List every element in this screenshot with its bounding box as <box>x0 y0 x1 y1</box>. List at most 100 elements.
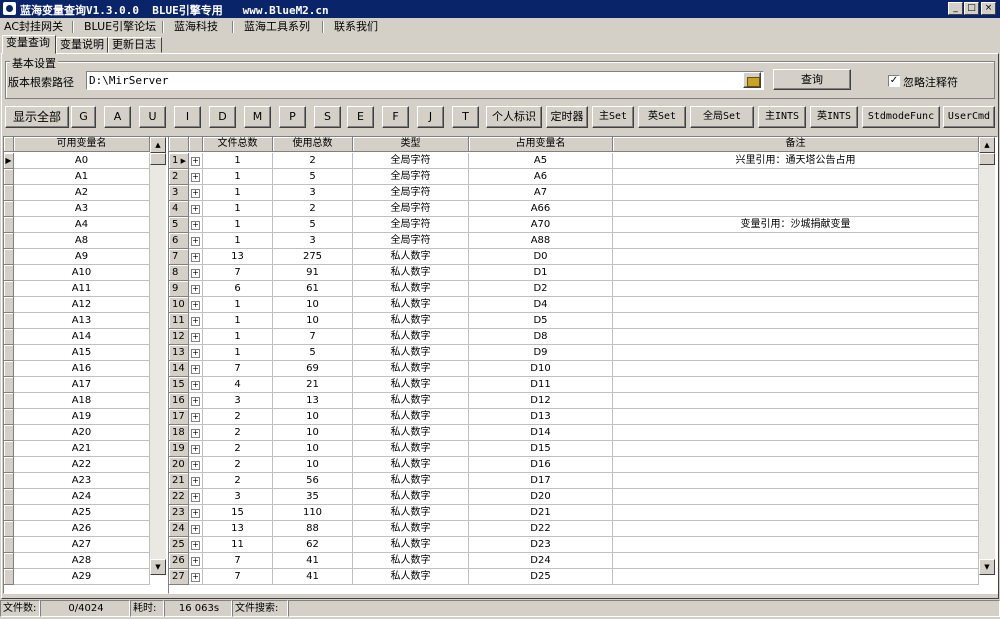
available-variable-row[interactable]: A19 <box>4 409 150 425</box>
expand-cell[interactable]: + <box>189 185 203 201</box>
expand-cell[interactable]: + <box>189 393 203 409</box>
filter-main-ints-button[interactable]: 主INTS <box>758 106 806 128</box>
table-row[interactable]: 10 +1 10 私人数字 D4 <box>169 297 979 313</box>
table-row[interactable]: 13 +1 5 私人数字 D9 <box>169 345 979 361</box>
table-row[interactable]: 19 +2 10 私人数字 D15 <box>169 441 979 457</box>
expand-plus-icon[interactable]: + <box>191 349 200 358</box>
filter-u-button[interactable]: U <box>139 106 166 128</box>
expand-plus-icon[interactable]: + <box>191 381 200 390</box>
expand-plus-icon[interactable]: + <box>191 237 200 246</box>
filter-d-button[interactable]: D <box>209 106 236 128</box>
expand-cell[interactable]: + <box>189 457 203 473</box>
expand-cell[interactable]: + <box>189 537 203 553</box>
filter-i-button[interactable]: I <box>174 106 201 128</box>
expand-plus-icon[interactable]: + <box>191 493 200 502</box>
filter-hero-ints-button[interactable]: 英INTS <box>810 106 858 128</box>
expand-cell[interactable]: + <box>189 505 203 521</box>
available-variable-row[interactable]: A18 <box>4 393 150 409</box>
expand-cell[interactable]: + <box>189 249 203 265</box>
expand-plus-icon[interactable]: + <box>191 573 200 582</box>
available-variable-row[interactable]: A10 <box>4 265 150 281</box>
expand-cell[interactable]: + <box>189 201 203 217</box>
filter-hero-set-button[interactable]: 英Set <box>638 106 686 128</box>
expand-plus-icon[interactable]: + <box>191 157 200 166</box>
expand-plus-icon[interactable]: + <box>191 253 200 262</box>
maximize-button[interactable]: □ <box>964 2 979 15</box>
tab-changelog[interactable]: 更新日志 <box>108 37 162 53</box>
expand-plus-icon[interactable]: + <box>191 269 200 278</box>
expand-cell[interactable]: + <box>189 265 203 281</box>
available-variable-row[interactable]: A16 <box>4 361 150 377</box>
table-row[interactable]: 12 +1 7 私人数字 D8 <box>169 329 979 345</box>
table-row[interactable]: 26 +7 41 私人数字 D24 <box>169 553 979 569</box>
filter-global-set-button[interactable]: 全局Set <box>690 106 754 128</box>
available-variable-row[interactable]: A15 <box>4 345 150 361</box>
filter-stdmode-func-button[interactable]: StdmodeFunc <box>862 106 940 128</box>
available-variable-row[interactable]: A17 <box>4 377 150 393</box>
expand-plus-icon[interactable]: + <box>191 525 200 534</box>
table-row[interactable]: 14 +7 69 私人数字 D10 <box>169 361 979 377</box>
expand-cell[interactable]: + <box>189 233 203 249</box>
filter-a-button[interactable]: A <box>104 106 131 128</box>
available-variable-row[interactable]: ▶ A0 <box>4 153 150 169</box>
available-variable-row[interactable]: A8 <box>4 233 150 249</box>
available-variable-row[interactable]: A25 <box>4 505 150 521</box>
table-row[interactable]: 8 +7 91 私人数字 D1 <box>169 265 979 281</box>
available-variable-row[interactable]: A21 <box>4 441 150 457</box>
left-grid-scrollbar[interactable]: ▲ ▼ <box>150 137 166 575</box>
menu-contact[interactable]: 联系我们 <box>334 19 378 35</box>
available-variable-row[interactable]: A3 <box>4 201 150 217</box>
available-variable-row[interactable]: A24 <box>4 489 150 505</box>
expand-cell[interactable]: + <box>189 345 203 361</box>
expand-cell[interactable]: + <box>189 489 203 505</box>
table-row[interactable]: 24 +13 88 私人数字 D22 <box>169 521 979 537</box>
available-variable-row[interactable]: A9 <box>4 249 150 265</box>
table-row[interactable]: 3 +1 3 全局字符 A7 <box>169 185 979 201</box>
browse-folder-button[interactable] <box>743 72 761 88</box>
available-variable-row[interactable]: A26 <box>4 521 150 537</box>
tab-variable-query[interactable]: 变量查询 <box>2 35 56 54</box>
expand-plus-icon[interactable]: + <box>191 333 200 342</box>
filter-show-all-button[interactable]: 显示全部 <box>5 106 69 128</box>
table-row[interactable]: 15 +4 21 私人数字 D11 <box>169 377 979 393</box>
menu-lanhai-tools[interactable]: 蓝海工具系列 <box>244 19 310 35</box>
available-variable-row[interactable]: A27 <box>4 537 150 553</box>
close-button[interactable]: × <box>981 2 996 15</box>
filter-personal-id-button[interactable]: 个人标识 <box>486 106 542 128</box>
path-input[interactable]: D:\MirServer <box>86 71 764 90</box>
expand-cell[interactable]: + <box>189 313 203 329</box>
available-variable-row[interactable]: A20 <box>4 425 150 441</box>
available-variable-row[interactable]: A12 <box>4 297 150 313</box>
expand-plus-icon[interactable]: + <box>191 317 200 326</box>
expand-cell[interactable]: + <box>189 329 203 345</box>
expand-cell[interactable]: + <box>189 553 203 569</box>
table-row[interactable]: 25 +11 62 私人数字 D23 <box>169 537 979 553</box>
expand-plus-icon[interactable]: + <box>191 205 200 214</box>
expand-plus-icon[interactable]: + <box>191 541 200 550</box>
scroll-down-arrow[interactable]: ▼ <box>150 559 166 575</box>
expand-cell[interactable]: + <box>189 281 203 297</box>
filter-usercmd-button[interactable]: UserCmd <box>943 106 995 128</box>
expand-cell[interactable]: + <box>189 425 203 441</box>
table-row[interactable]: 4 +1 2 全局字符 A66 <box>169 201 979 217</box>
expand-plus-icon[interactable]: + <box>191 413 200 422</box>
table-row[interactable]: 6 +1 3 全局字符 A88 <box>169 233 979 249</box>
table-row[interactable]: 23 +15 110 私人数字 D21 <box>169 505 979 521</box>
query-button[interactable]: 查询 <box>773 69 851 90</box>
expand-plus-icon[interactable]: + <box>191 397 200 406</box>
table-row[interactable]: 21 +2 56 私人数字 D17 <box>169 473 979 489</box>
expand-cell[interactable]: + <box>189 217 203 233</box>
available-variable-row[interactable]: A23 <box>4 473 150 489</box>
filter-f-button[interactable]: F <box>382 106 409 128</box>
scroll-thumb[interactable] <box>150 153 166 165</box>
available-variable-row[interactable]: A14 <box>4 329 150 345</box>
table-row[interactable]: 5 +1 5 全局字符 A70 变量引用：沙城捐献变量 <box>169 217 979 233</box>
filter-timer-button[interactable]: 定时器 <box>546 106 588 128</box>
expand-cell[interactable]: + <box>189 569 203 585</box>
expand-cell[interactable]: + <box>189 153 203 169</box>
right-grid-scrollbar[interactable]: ▲ ▼ <box>979 137 995 575</box>
ignore-comments-checkbox[interactable]: ✓ <box>888 75 900 87</box>
table-row[interactable]: 18 +2 10 私人数字 D14 <box>169 425 979 441</box>
available-variable-row[interactable]: A4 <box>4 217 150 233</box>
expand-plus-icon[interactable]: + <box>191 445 200 454</box>
